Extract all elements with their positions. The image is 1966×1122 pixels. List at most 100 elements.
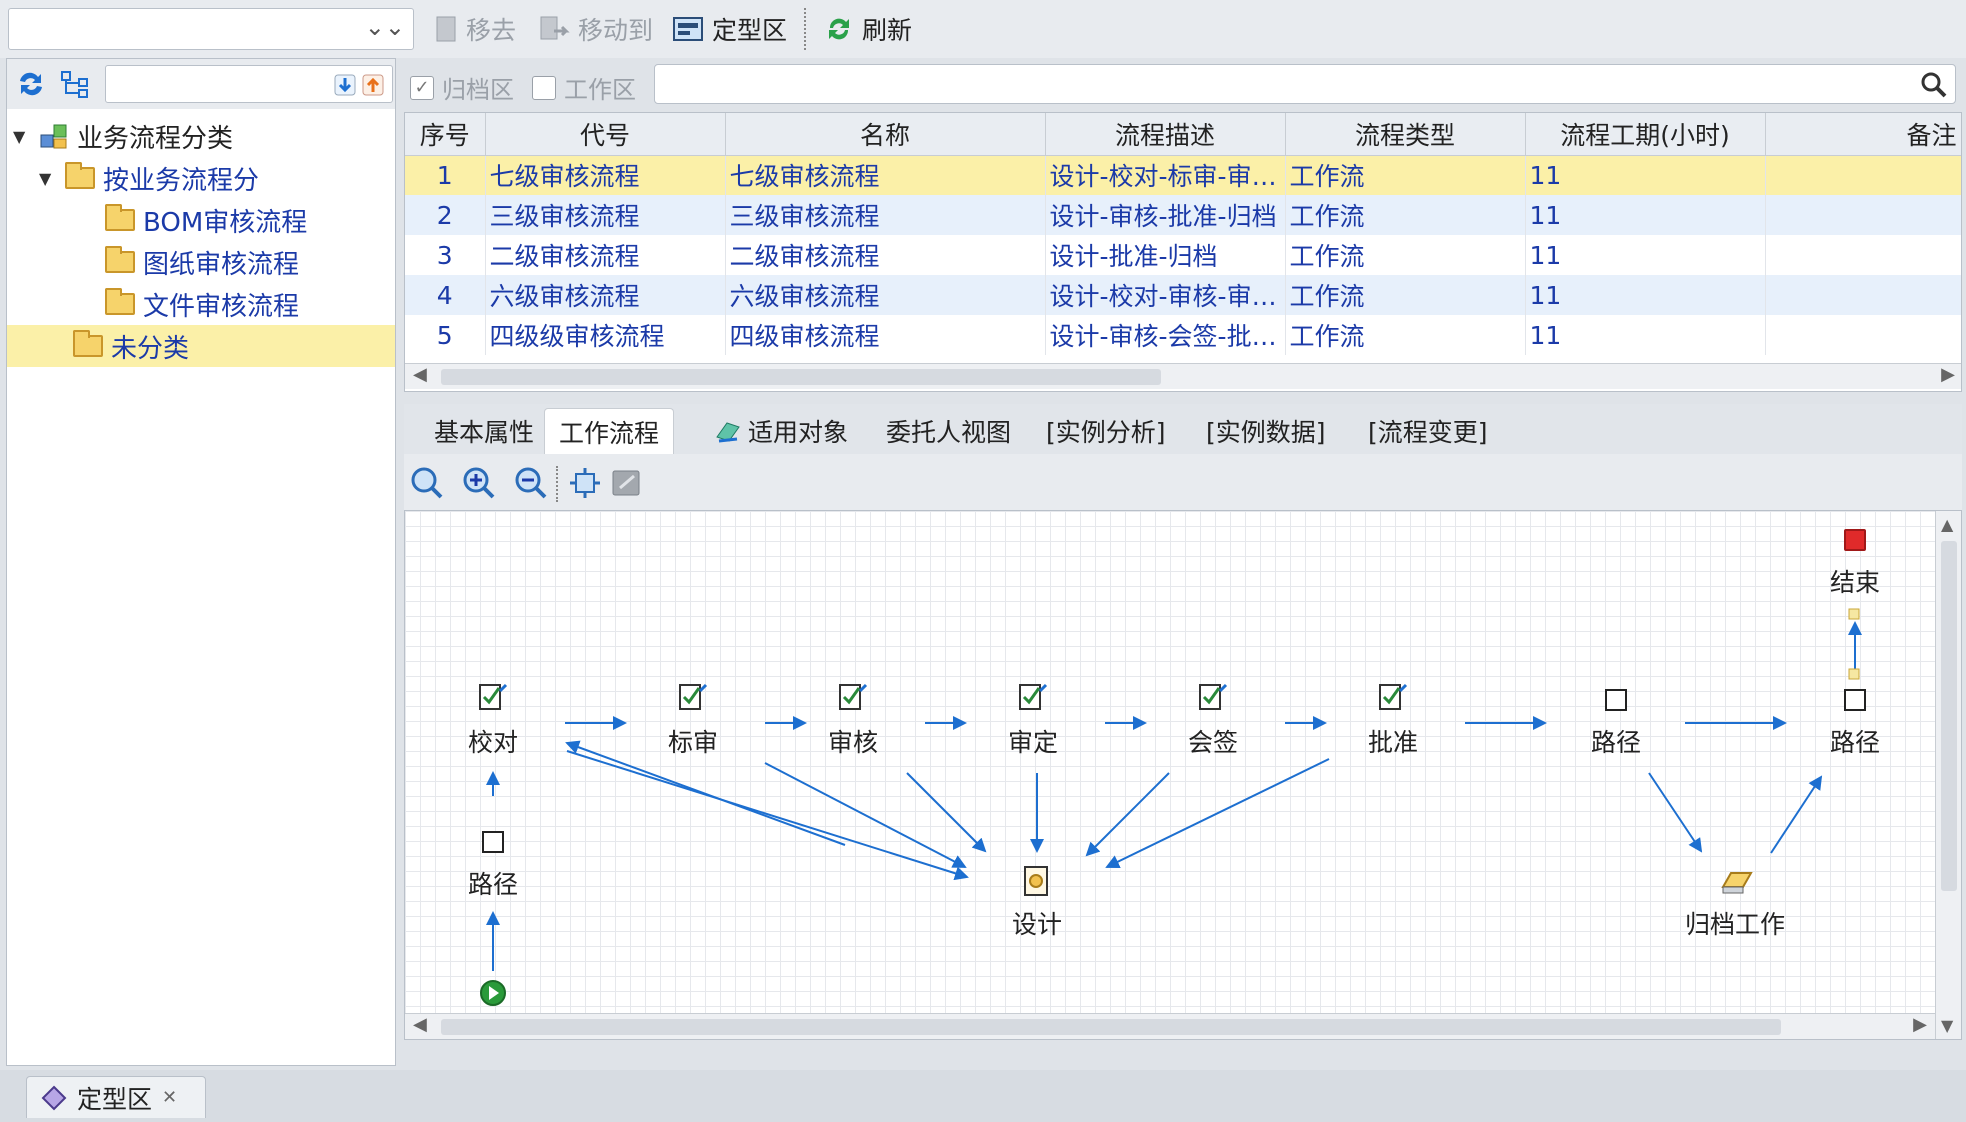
node-review[interactable]: 审核: [828, 723, 878, 759]
scroll-left-icon[interactable]: ◀: [413, 364, 427, 385]
task-icon[interactable]: [838, 681, 868, 711]
node-approve[interactable]: 批准: [1368, 723, 1418, 759]
tab-instance-analysis[interactable]: [实例分析]: [1032, 408, 1180, 454]
cell-code: 二级审核流程: [485, 235, 726, 275]
scroll-thumb[interactable]: [441, 1019, 1781, 1035]
move-to-button[interactable]: 移动到: [538, 10, 653, 48]
table-row[interactable]: 4 六级审核流程 六级审核流程 设计-校对-审核-审定... 工作流 11: [405, 275, 1961, 315]
tree-node-document[interactable]: 文件审核流程: [105, 283, 393, 325]
archive-zone-checkbox[interactable]: ✓: [410, 75, 434, 100]
edge-proofread-design[interactable]: [566, 750, 969, 881]
node-path-left[interactable]: 路径: [468, 865, 518, 901]
search-icon[interactable]: [1919, 70, 1949, 100]
header-index[interactable]: 序号: [405, 113, 486, 156]
arrow-up-icon[interactable]: [362, 74, 384, 96]
scroll-thumb[interactable]: [1941, 541, 1957, 891]
edge-approve-design[interactable]: [1105, 758, 1330, 869]
close-icon[interactable]: ✕: [162, 1087, 177, 1108]
zoom-fit-icon[interactable]: [410, 466, 444, 500]
start-node-icon[interactable]: [479, 979, 507, 1007]
cell-index: 2: [405, 195, 486, 235]
diagram-horizontal-scrollbar[interactable]: ◀ ▶: [405, 1013, 1935, 1039]
task-icon[interactable]: [1198, 681, 1228, 711]
task-icon[interactable]: [1018, 681, 1048, 711]
workflow-diagram[interactable]: 校对 标审 审核 审定 会签 批准 路径 路径 结束 路径 设计 归档工作 ▲ …: [404, 510, 1962, 1040]
category-combo[interactable]: ⌄⌄: [8, 8, 414, 50]
edge-path1-archive[interactable]: [1648, 772, 1703, 853]
zoom-out-icon[interactable]: [514, 466, 548, 500]
task-icon[interactable]: [478, 681, 508, 711]
edge-archive-path2[interactable]: [1770, 775, 1823, 854]
fixed-zone-button[interactable]: 定型区: [672, 10, 787, 48]
design-task-icon[interactable]: [1021, 865, 1053, 897]
table-row[interactable]: 2 三级审核流程 三级审核流程 设计-审核-批准-归档 工作流 11: [405, 195, 1961, 235]
archive-task-icon[interactable]: [1719, 865, 1755, 897]
refresh-button[interactable]: 刷新: [824, 10, 912, 48]
tree-node-uncategorized[interactable]: 未分类: [7, 325, 395, 367]
scroll-right-icon[interactable]: ▶: [1913, 1014, 1927, 1035]
process-search-input[interactable]: [654, 64, 1956, 104]
edge-standard-design[interactable]: [764, 762, 967, 868]
node-end[interactable]: 结束: [1830, 563, 1880, 599]
chevron-down-icon[interactable]: ⌄⌄: [365, 13, 405, 41]
node-path2[interactable]: 路径: [1830, 723, 1880, 759]
node-proofread[interactable]: 校对: [468, 723, 518, 759]
route-node-icon[interactable]: [1844, 689, 1866, 711]
route-node-icon[interactable]: [1605, 689, 1627, 711]
tree-search-input[interactable]: [105, 65, 393, 103]
scroll-down-icon[interactable]: ▼: [1941, 1016, 1953, 1035]
work-zone-checkbox[interactable]: [532, 75, 556, 100]
route-node-icon[interactable]: [482, 831, 504, 853]
tab-process-change[interactable]: [流程变更]: [1354, 408, 1502, 454]
move-away-button[interactable]: 移去: [434, 10, 516, 48]
header-remark[interactable]: 备注: [1765, 113, 1961, 156]
table-row[interactable]: 5 四级级审核流程 四级审核流程 设计-审核-会签-批准... 工作流 11: [405, 315, 1961, 355]
tab-basic-properties[interactable]: 基本属性: [420, 408, 548, 454]
tab-instance-data[interactable]: [实例数据]: [1192, 408, 1340, 454]
table-horizontal-scrollbar[interactable]: ◀ ▶: [405, 363, 1961, 389]
scroll-thumb[interactable]: [441, 369, 1161, 385]
zoom-in-icon[interactable]: [462, 466, 496, 500]
expand-triangle-icon[interactable]: ▼: [39, 169, 57, 188]
connection-handle[interactable]: [1848, 608, 1860, 620]
tab-applicable-objects[interactable]: 适用对象: [700, 408, 862, 454]
archive-zone-filter[interactable]: ✓ 归档区: [410, 70, 514, 105]
tree-structure-icon[interactable]: [59, 69, 91, 99]
export-image-icon[interactable]: [610, 466, 644, 500]
header-description[interactable]: 流程描述: [1045, 113, 1286, 156]
header-code[interactable]: 代号: [485, 113, 726, 156]
task-icon[interactable]: [1378, 681, 1408, 711]
tree-node-group[interactable]: ▼ 按业务流程分: [39, 157, 393, 199]
archive-zone-label: 归档区: [442, 76, 514, 104]
header-name[interactable]: 名称: [725, 113, 1046, 156]
node-approve-final[interactable]: 审定: [1008, 723, 1058, 759]
arrow-down-icon[interactable]: [334, 74, 356, 96]
header-type[interactable]: 流程类型: [1285, 113, 1526, 156]
node-design[interactable]: 设计: [1012, 905, 1062, 941]
tree-node-bom[interactable]: BOM审核流程: [105, 199, 393, 241]
tree-node-drawing[interactable]: 图纸审核流程: [105, 241, 393, 283]
node-standard-review[interactable]: 标审: [668, 723, 718, 759]
task-icon[interactable]: [678, 681, 708, 711]
header-duration[interactable]: 流程工期(小时): [1525, 113, 1766, 156]
connection-handle[interactable]: [1848, 668, 1860, 680]
scroll-left-icon[interactable]: ◀: [413, 1014, 427, 1035]
fit-page-icon[interactable]: [568, 466, 602, 500]
node-archive[interactable]: 归档工作: [1685, 905, 1785, 941]
scroll-right-icon[interactable]: ▶: [1941, 364, 1955, 385]
sync-icon[interactable]: [15, 69, 47, 99]
end-node-icon[interactable]: [1844, 529, 1866, 551]
edge-review-design[interactable]: [906, 772, 987, 853]
table-row[interactable]: 1 七级审核流程 七级审核流程 设计-校对-标审-审核... 工作流 11: [405, 155, 1961, 195]
work-zone-filter[interactable]: 工作区: [532, 70, 636, 105]
tree-node-root[interactable]: ▼ 业务流程分类: [13, 115, 393, 157]
tab-delegate-view[interactable]: 委托人视图: [872, 408, 1025, 454]
expand-triangle-icon[interactable]: ▼: [13, 127, 31, 146]
tab-workflow[interactable]: 工作流程: [544, 408, 675, 454]
diagram-vertical-scrollbar[interactable]: ▲ ▼: [1935, 511, 1961, 1039]
node-countersign[interactable]: 会签: [1188, 723, 1238, 759]
table-row[interactable]: 3 二级审核流程 二级审核流程 设计-批准-归档 工作流 11: [405, 235, 1961, 275]
fixed-zone-tab[interactable]: 定型区 ✕: [26, 1076, 206, 1118]
node-path1[interactable]: 路径: [1591, 723, 1641, 759]
scroll-up-icon[interactable]: ▲: [1941, 515, 1953, 534]
